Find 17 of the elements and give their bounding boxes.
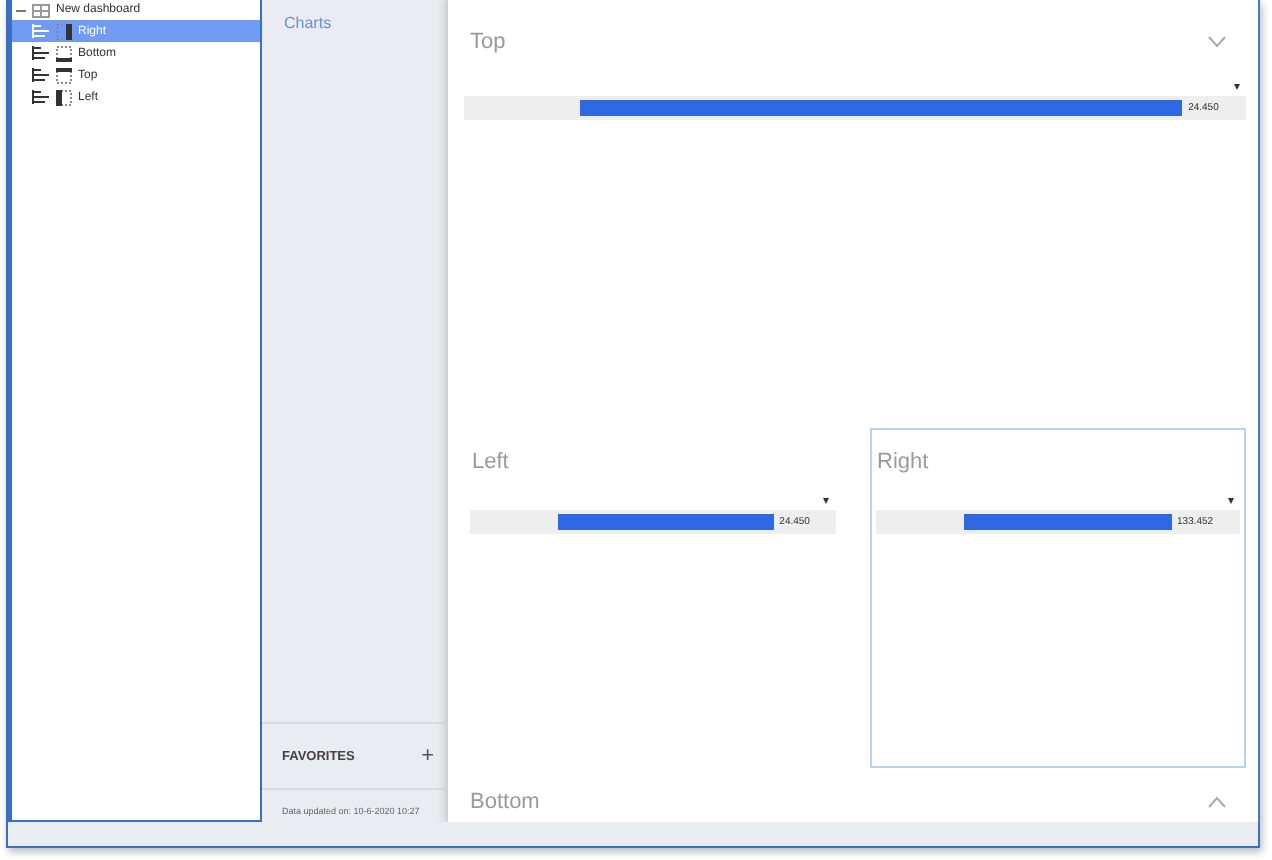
grid-icon bbox=[32, 3, 50, 17]
hierarchy-icon bbox=[32, 90, 50, 104]
layout-icon bbox=[56, 67, 72, 83]
chevron-up-icon[interactable] bbox=[1208, 795, 1226, 807]
chevron-down-icon[interactable] bbox=[1208, 36, 1226, 48]
add-button[interactable]: + bbox=[421, 745, 434, 767]
hierarchy-icon bbox=[32, 24, 50, 38]
hierarchy-icon bbox=[32, 46, 50, 60]
panel-title: Top bbox=[470, 30, 506, 54]
layout-icon bbox=[56, 45, 72, 61]
layout-icon bbox=[56, 89, 72, 105]
panel-title: Bottom bbox=[470, 789, 540, 813]
panel-title: Right bbox=[875, 450, 931, 474]
collapse-icon[interactable] bbox=[16, 5, 26, 15]
layout-icon bbox=[56, 23, 72, 39]
hierarchy-icon bbox=[32, 68, 50, 82]
panel-title: Left bbox=[470, 450, 511, 474]
